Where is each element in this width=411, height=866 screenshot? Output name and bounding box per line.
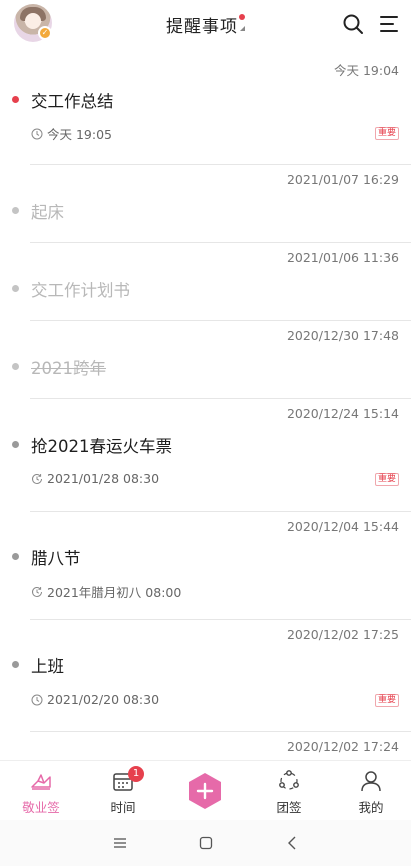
remind-time-text: 2021/01/28 08:30	[47, 471, 160, 486]
add-icon[interactable]	[186, 772, 224, 810]
important-tag: 重要	[374, 694, 399, 707]
system-nav-bar	[0, 820, 411, 866]
status-dot	[12, 661, 19, 668]
repeat-clock-icon	[32, 473, 42, 484]
tab-add[interactable]	[164, 761, 246, 821]
item-created-time: 2020/12/02 17:25	[286, 627, 399, 642]
item-title: 交工作计划书	[31, 281, 130, 300]
tab-profile[interactable]: 我的	[330, 761, 411, 821]
status-dot	[12, 207, 19, 214]
back-icon[interactable]	[286, 836, 300, 850]
list-item[interactable]: 2020/12/30 17:48 2021跨年	[0, 320, 411, 399]
status-dot	[12, 363, 19, 370]
item-title: 抢2021春运火车票	[31, 437, 172, 456]
item-remind-time: 2021/01/28 08:30	[31, 471, 159, 486]
item-created-time: 2021/01/06 11:36	[286, 250, 399, 265]
item-created-time: 今天 19:04	[334, 63, 399, 78]
item-remind-time: 2021/02/20 08:30	[31, 692, 159, 707]
important-tag: 重要	[374, 473, 399, 486]
search-icon[interactable]	[342, 13, 364, 35]
tab-label: 我的	[358, 800, 384, 815]
item-created-time: 2020/12/04 15:44	[286, 519, 399, 534]
bottom-tab-bar: 敬业签 1 时间 团签 我的	[0, 760, 411, 820]
remind-time-text: 2021年腊月初八 08:00	[47, 585, 182, 600]
recent-apps-icon[interactable]	[113, 836, 127, 850]
tab-jingyeqian[interactable]: 敬业签	[0, 761, 82, 821]
title-unread-dot	[239, 14, 245, 20]
notebook-icon	[31, 774, 51, 790]
tab-label: 敬业签	[22, 800, 60, 815]
item-title: 2021跨年	[31, 359, 106, 378]
important-tag: 重要	[374, 127, 399, 140]
menu-icon[interactable]	[378, 13, 400, 35]
top-bar: ✓ 提醒事项	[0, 0, 411, 48]
clock-icon	[31, 128, 43, 139]
item-remind-time: 2021年腊月初八 08:00	[31, 582, 181, 601]
clock-icon	[31, 694, 43, 705]
list-item[interactable]: 今天 19:04 交工作总结 今天 19:05 重要	[0, 48, 411, 165]
remind-time-text: 今天 19:05	[47, 127, 112, 142]
profile-icon	[361, 771, 381, 792]
item-created-time: 2021/01/07 16:29	[286, 172, 399, 187]
item-title: 起床	[31, 203, 64, 222]
home-icon[interactable]	[199, 836, 213, 850]
status-dot	[12, 441, 19, 448]
list-item[interactable]: 2021/01/07 16:29 起床	[0, 164, 411, 243]
item-remind-time: 今天 19:05	[31, 124, 112, 143]
item-created-time: 2020/12/24 15:14	[286, 406, 399, 421]
team-icon	[279, 770, 299, 790]
notification-badge: 1	[128, 766, 144, 782]
item-created-time: 2020/12/30 17:48	[286, 328, 399, 343]
dropdown-triangle-icon	[240, 26, 245, 31]
item-title: 腊八节	[31, 549, 81, 568]
tab-team[interactable]: 团签	[248, 761, 330, 821]
item-title: 交工作总结	[31, 92, 114, 111]
tab-label: 时间	[110, 800, 136, 815]
list-item[interactable]: 2020/12/02 17:24	[0, 731, 411, 761]
status-dot	[12, 285, 19, 292]
repeat-clock-icon	[32, 586, 42, 597]
tab-time[interactable]: 1 时间	[82, 761, 164, 821]
item-title: 上班	[31, 657, 64, 676]
status-dot	[12, 96, 19, 103]
status-dot	[12, 553, 19, 560]
page-title: 提醒事项	[166, 17, 238, 37]
list-item[interactable]: 2020/12/02 17:25 上班 2021/02/20 08:30 重要	[0, 619, 411, 732]
tab-label: 团签	[276, 800, 302, 815]
item-created-time: 2020/12/02 17:24	[286, 739, 399, 754]
list-item[interactable]: 2020/12/04 15:44 腊八节 2021年腊月初八 08:00	[0, 511, 411, 620]
list-item[interactable]: 2021/01/06 11:36 交工作计划书	[0, 242, 411, 321]
list-item[interactable]: 2020/12/24 15:14 抢2021春运火车票 2021/01/28 0…	[0, 398, 411, 512]
remind-time-text: 2021/02/20 08:30	[47, 692, 160, 707]
